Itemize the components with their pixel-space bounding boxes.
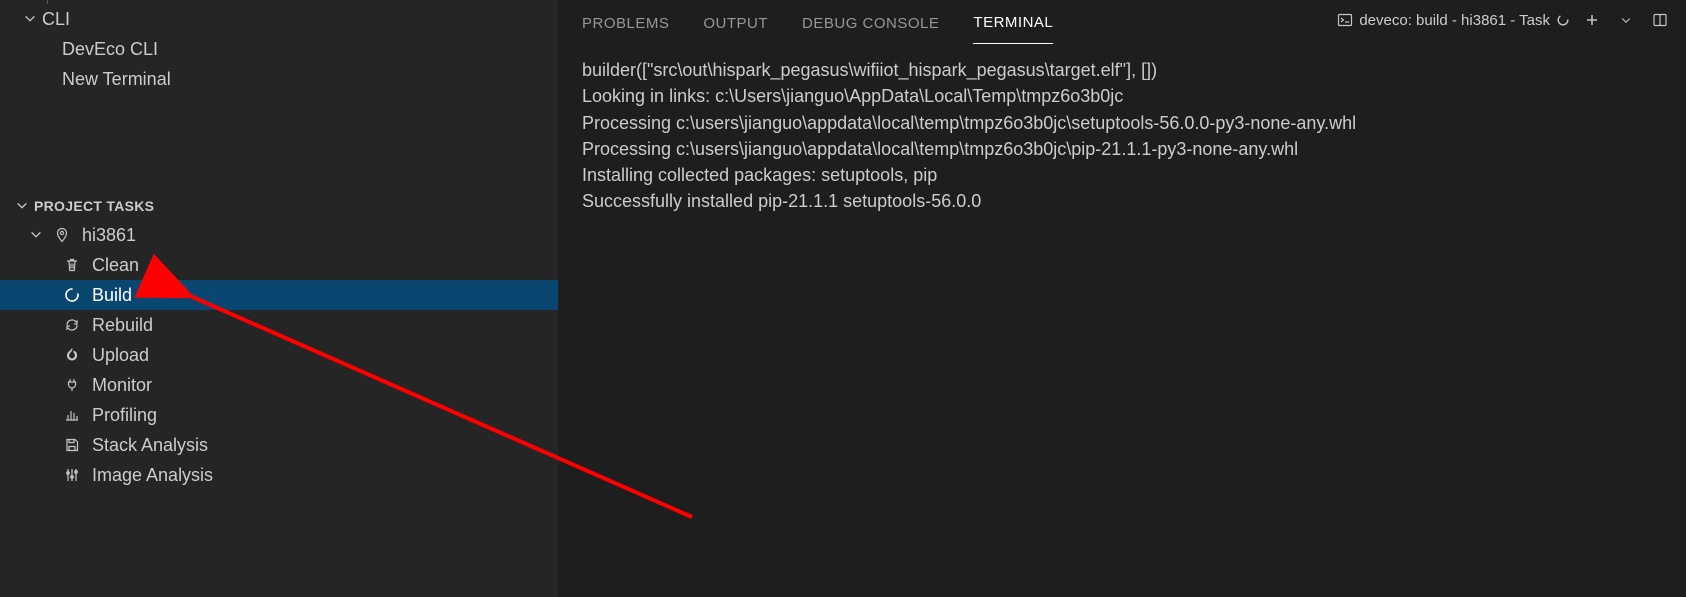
sliders-icon bbox=[62, 465, 82, 485]
panel: PROBLEMS OUTPUT DEBUG CONSOLE TERMINAL d… bbox=[558, 0, 1686, 597]
barchart-icon bbox=[62, 405, 82, 425]
save-icon bbox=[62, 435, 82, 455]
refresh-icon bbox=[62, 315, 82, 335]
task-label: Rebuild bbox=[92, 315, 153, 336]
output-line: builder(["src\out\hispark_pegasus\wifiio… bbox=[582, 60, 1157, 80]
chevron-down-icon bbox=[14, 198, 30, 214]
panel-tabs: PROBLEMS OUTPUT DEBUG CONSOLE TERMINAL d… bbox=[558, 0, 1686, 46]
task-monitor[interactable]: Monitor bbox=[0, 370, 558, 400]
plus-icon bbox=[1584, 12, 1600, 28]
output-line: Processing c:\users\jianguo\appdata\loca… bbox=[582, 139, 1298, 159]
spinner-icon bbox=[1556, 13, 1570, 27]
tab-output[interactable]: OUTPUT bbox=[703, 3, 768, 44]
task-profiling[interactable]: Profiling bbox=[0, 400, 558, 430]
split-terminal-button[interactable] bbox=[1648, 8, 1672, 32]
project-name: hi3861 bbox=[82, 225, 136, 246]
tree-item-new-terminal[interactable]: New Terminal bbox=[0, 64, 558, 94]
task-upload[interactable]: Upload bbox=[0, 340, 558, 370]
terminal-task-name: deveco: build - hi3861 - Task bbox=[1359, 12, 1550, 29]
tree-label: New Terminal bbox=[62, 69, 171, 90]
task-label: Image Analysis bbox=[92, 465, 213, 486]
tab-debug-console[interactable]: DEBUG CONSOLE bbox=[802, 3, 939, 44]
chevron-down-icon bbox=[22, 11, 38, 27]
task-stack-analysis[interactable]: Stack Analysis bbox=[0, 430, 558, 460]
task-rebuild[interactable]: Rebuild bbox=[0, 310, 558, 340]
task-clean[interactable]: Clean bbox=[0, 250, 558, 280]
terminal-task-selector[interactable]: deveco: build - hi3861 - Task bbox=[1337, 12, 1570, 29]
output-line: Processing c:\users\jianguo\appdata\loca… bbox=[582, 113, 1356, 133]
location-icon bbox=[52, 225, 72, 245]
sidebar: CLI DevEco CLI New Terminal PROJECT TASK… bbox=[0, 0, 558, 597]
task-build[interactable]: Build bbox=[0, 280, 558, 310]
task-label: Monitor bbox=[92, 375, 152, 396]
project-row-hi3861[interactable]: hi3861 bbox=[0, 220, 558, 250]
tree-item-cli[interactable]: CLI bbox=[0, 4, 558, 34]
task-image-analysis[interactable]: Image Analysis bbox=[0, 460, 558, 490]
task-label: Stack Analysis bbox=[92, 435, 208, 456]
new-terminal-button[interactable] bbox=[1580, 8, 1604, 32]
spinner-icon bbox=[62, 285, 82, 305]
tree-item-deveco-cli[interactable]: DevEco CLI bbox=[0, 34, 558, 64]
task-label: Upload bbox=[92, 345, 149, 366]
panel-actions: deveco: build - hi3861 - Task bbox=[1337, 8, 1672, 32]
terminal-output[interactable]: builder(["src\out\hispark_pegasus\wifiio… bbox=[558, 46, 1686, 228]
section-title: PROJECT TASKS bbox=[34, 198, 154, 214]
terminal-icon bbox=[1337, 12, 1353, 28]
split-icon bbox=[1652, 12, 1668, 28]
task-label: Clean bbox=[92, 255, 139, 276]
tree-guide-fragment bbox=[0, 0, 558, 4]
task-label: Build bbox=[92, 285, 132, 306]
flame-icon bbox=[62, 345, 82, 365]
output-line: Installing collected packages: setuptool… bbox=[582, 165, 937, 185]
trash-icon bbox=[62, 255, 82, 275]
chevron-down-icon bbox=[28, 227, 44, 243]
task-label: Profiling bbox=[92, 405, 157, 426]
output-line: Looking in links: c:\Users\jianguo\AppDa… bbox=[582, 86, 1123, 106]
section-header-project-tasks[interactable]: PROJECT TASKS bbox=[0, 192, 558, 220]
chevron-down-icon bbox=[1620, 14, 1632, 26]
terminal-dropdown-button[interactable] bbox=[1614, 8, 1638, 32]
tree-label: CLI bbox=[42, 9, 70, 30]
tree-label: DevEco CLI bbox=[62, 39, 158, 60]
tab-terminal[interactable]: TERMINAL bbox=[973, 2, 1053, 44]
output-line: Successfully installed pip-21.1.1 setupt… bbox=[582, 191, 981, 211]
tab-problems[interactable]: PROBLEMS bbox=[582, 3, 669, 44]
plug-icon bbox=[62, 375, 82, 395]
